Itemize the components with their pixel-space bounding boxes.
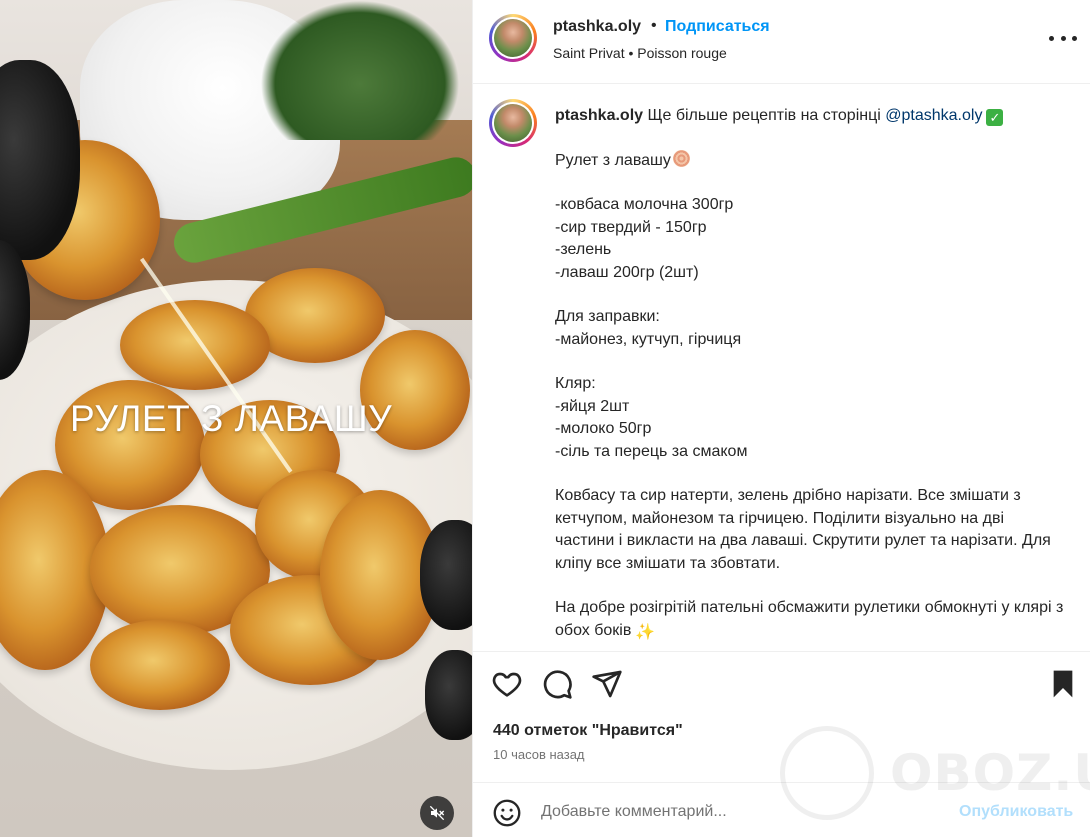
mention-link[interactable]: @ptashka.oly: [885, 107, 982, 124]
bookmark-icon[interactable]: [1047, 668, 1079, 700]
post-header: ptashka.oly • Подписаться Saint Privat •…: [473, 0, 1090, 84]
comment-icon[interactable]: [541, 668, 573, 700]
post-timestamp[interactable]: 10 часов назад: [493, 747, 585, 762]
mute-button[interactable]: [420, 796, 454, 830]
location-link[interactable]: Saint Privat: [553, 45, 625, 61]
likes-count[interactable]: 440 отметок "Нравится": [493, 722, 683, 740]
post-subtitle: Saint Privat • Poisson rouge: [553, 45, 727, 61]
ingredients-list: -ковбаса молочна 300гр -сир твердий - 15…: [555, 196, 734, 281]
plant-decor: [260, 0, 460, 140]
video-overlay-title: РУЛЕТ З ЛАВАШУ: [70, 398, 393, 439]
more-options-button[interactable]: [1049, 28, 1077, 48]
dizzy-emoji-icon: ✨: [635, 623, 656, 641]
caption-username[interactable]: ptashka.oly: [555, 107, 643, 124]
batter-list: Кляр: -яйця 2шт -молоко 50гр -сіль та пе…: [555, 375, 748, 460]
check-mark-icon: ✓: [986, 109, 1004, 126]
black-glove: [425, 650, 472, 740]
separator-dot: •: [651, 17, 657, 34]
emoji-icon[interactable]: [493, 799, 521, 827]
avatar[interactable]: [489, 99, 537, 147]
globe-icon: [780, 726, 874, 820]
post-caption: ptashka.oly Ще більше рецептів на сторін…: [473, 85, 1090, 651]
lavash-roll: [90, 620, 230, 710]
more-options-icon: [1049, 35, 1054, 41]
instructions-step-2: На добре розігрітій пательні обсмажити р…: [555, 599, 1064, 641]
black-glove: [420, 520, 472, 630]
audio-link[interactable]: Poisson rouge: [637, 45, 727, 61]
heart-icon[interactable]: [491, 668, 523, 700]
caption-body: ptashka.oly Ще більше рецептів на сторін…: [555, 105, 1065, 642]
avatar[interactable]: [489, 14, 537, 62]
speaker-muted-icon: [429, 805, 445, 821]
author-username[interactable]: ptashka.oly: [553, 18, 641, 36]
dressing-list: Для заправки: -майонез, кутчуп, гірчиця: [555, 308, 742, 348]
lavash-roll: [120, 300, 270, 390]
post-media[interactable]: РУЛЕТ З ЛАВАШУ: [0, 0, 472, 837]
caption-first-line: ptashka.oly Ще більше рецептів на сторін…: [555, 105, 1065, 128]
share-icon[interactable]: [591, 668, 623, 700]
watermark-logo: OBOZ.UA: [780, 722, 1090, 822]
lavash-emoji-icon: [672, 149, 690, 167]
follow-button[interactable]: Подписаться: [665, 18, 770, 36]
watermark-text: OBOZ.UA: [890, 744, 1090, 802]
caption-intro: Ще більше рецептів на сторінці: [647, 107, 881, 124]
post-details-panel: ptashka.oly • Подписаться Saint Privat •…: [472, 0, 1090, 837]
recipe-title: Рулет з лавашу: [555, 149, 1065, 173]
separator-dot: •: [628, 45, 634, 61]
instructions-step-1: Ковбасу та сир натерти, зелень дрібно на…: [555, 487, 1051, 572]
